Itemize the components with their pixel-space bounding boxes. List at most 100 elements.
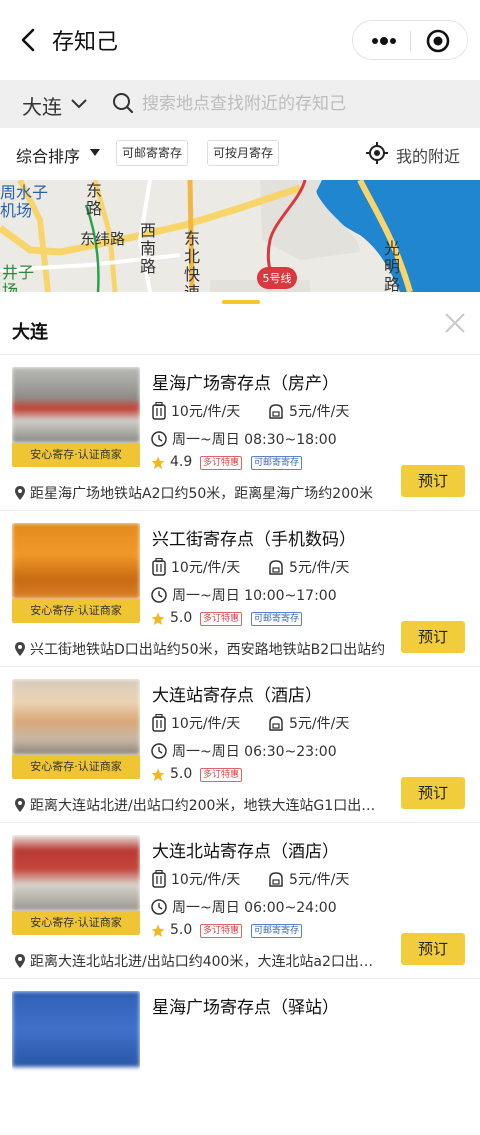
city-selector[interactable]: 大连 <box>22 91 62 120</box>
certified-badge: 安心寄存·认证商家 <box>12 755 140 779</box>
metro-line-label: 5号线 <box>263 271 292 285</box>
book-button[interactable]: 预订 <box>401 465 465 497</box>
chevron-down-icon[interactable] <box>70 98 88 110</box>
filter-chip-mail[interactable]: 可邮寄寄存 <box>116 140 189 166</box>
bag-price: 5元/件/天 <box>289 560 350 576</box>
list-item[interactable]: 星海广场寄存点（驿站） <box>0 979 480 1135</box>
bag-price: 5元/件/天 <box>289 404 350 420</box>
filter-bar: 综合排序 可邮寄寄存 可按月寄存 我的附近 <box>0 128 480 180</box>
store-name: 大连站寄存点（酒店） <box>152 686 322 706</box>
sheet-title: 大连 <box>12 322 48 343</box>
luggage-price: 10元/件/天 <box>171 560 241 576</box>
search-icon <box>113 93 134 114</box>
store-photo: 安心寄存·认证商家 <box>12 523 140 623</box>
store-address: 距星海广场地铁站A2口约50米，距离星海广场约200米 <box>30 486 374 502</box>
filter-chip-monthly[interactable]: 可按月寄存 <box>207 140 280 166</box>
caret-down-icon[interactable] <box>90 149 100 157</box>
certified-badge: 安心寄存·认证商家 <box>12 443 140 467</box>
star-icon <box>151 924 165 937</box>
clock-icon <box>151 431 167 447</box>
promo-tag: 多订特惠 <box>200 612 243 626</box>
store-name: 星海广场寄存点（驿站） <box>152 998 339 1018</box>
bag-price: 5元/件/天 <box>289 872 350 888</box>
list-item[interactable]: 安心寄存·认证商家 大连北站寄存点（酒店） 10元/件/天 5元/件/天 周一~… <box>0 823 480 979</box>
page-title: 存知己 <box>52 30 119 55</box>
luggage-icon <box>152 558 166 576</box>
store-photo: 安心寄存·认证商家 <box>12 835 140 935</box>
bag-icon <box>269 404 283 419</box>
list-item[interactable]: 安心寄存·认证商家 大连站寄存点（酒店） 10元/件/天 5元/件/天 周一~周… <box>0 667 480 823</box>
location-pin-icon <box>15 486 25 500</box>
bag-price: 5元/件/天 <box>289 716 350 732</box>
promo-tag: 多订特惠 <box>200 768 243 782</box>
location-pin-icon <box>15 798 25 812</box>
bag-icon <box>269 872 283 887</box>
map-label-guangming: 光明路 <box>384 239 401 293</box>
star-icon <box>151 456 165 469</box>
promo-tag: 多订特惠 <box>200 924 243 938</box>
map-label-airport: 周水子机场 <box>0 183 49 220</box>
list-item[interactable]: 安心寄存·认证商家 星海广场寄存点（房产） 10元/件/天 5元/件/天 周一~… <box>0 355 480 511</box>
luggage-icon <box>152 870 166 888</box>
bag-icon <box>269 716 283 731</box>
book-button[interactable]: 预订 <box>401 933 465 965</box>
store-address: 兴工街地铁站D口出站约50米，西安路地铁站B2口出站约 <box>30 642 386 658</box>
search-input[interactable] <box>142 90 462 118</box>
map-view[interactable]: 5号线 东路 东纬路 西南路 东北快速 光明路 井子场 周水子机场 <box>0 180 480 292</box>
map-label-donglu: 东路 <box>86 181 103 218</box>
capsule-divider <box>410 31 411 51</box>
store-address: 距离大连站北进/出站口约200米，地铁大连站G1口出站约 <box>30 798 386 814</box>
sheet-handle[interactable] <box>222 300 260 304</box>
opening-hours: 周一~周日 10:00~17:00 <box>172 588 337 604</box>
locate-icon[interactable] <box>366 142 388 164</box>
nearby-button[interactable]: 我的附近 <box>396 143 460 167</box>
certified-badge: 安心寄存·认证商家 <box>12 599 140 623</box>
map-canvas: 5号线 <box>0 180 480 292</box>
rating-value: 5.0 <box>170 610 193 626</box>
mail-tag: 可邮寄寄存 <box>251 924 303 938</box>
clock-icon <box>151 587 167 603</box>
store-name: 大连北站寄存点（酒店） <box>152 842 339 862</box>
rating-value: 5.0 <box>170 922 193 938</box>
list-item[interactable]: 安心寄存·认证商家 兴工街寄存点（手机数码） 10元/件/天 5元/件/天 周一… <box>0 511 480 667</box>
location-pin-icon <box>15 954 25 968</box>
book-button[interactable]: 预订 <box>401 777 465 809</box>
opening-hours: 周一~周日 06:00~24:00 <box>172 900 337 916</box>
sort-dropdown[interactable]: 综合排序 <box>16 143 80 167</box>
rating-value: 4.9 <box>170 454 193 470</box>
clock-icon <box>151 743 167 759</box>
certified-badge: 安心寄存·认证商家 <box>12 911 140 935</box>
store-photo: 安心寄存·认证商家 <box>12 367 140 467</box>
more-dots-icon[interactable] <box>367 31 401 51</box>
mail-tag: 可邮寄寄存 <box>251 612 303 626</box>
store-address: 距离大连北站北进/出站口约400米，大连北站a2口出站约 <box>30 954 386 970</box>
map-label-dongbei: 东北快速 <box>184 229 201 293</box>
luggage-price: 10元/件/天 <box>171 716 241 732</box>
book-button[interactable]: 预订 <box>401 621 465 653</box>
luggage-price: 10元/件/天 <box>171 872 241 888</box>
store-name: 星海广场寄存点（房产） <box>152 374 339 394</box>
luggage-price: 10元/件/天 <box>171 404 241 420</box>
store-name: 兴工街寄存点（手机数码） <box>152 530 356 550</box>
location-pin-icon <box>15 642 25 656</box>
bag-icon <box>269 560 283 575</box>
map-label-xinan: 西南路 <box>140 221 157 276</box>
promo-tag: 多订特惠 <box>200 456 243 470</box>
nav-bar: 存知己 <box>0 0 480 80</box>
search-bar: 大连 <box>0 80 480 128</box>
close-icon[interactable] <box>444 312 466 334</box>
rating-value: 5.0 <box>170 766 193 782</box>
mini-program-capsule <box>352 20 468 60</box>
target-icon[interactable] <box>426 29 450 53</box>
opening-hours: 周一~周日 06:30~23:00 <box>172 744 337 760</box>
store-photo: 安心寄存·认证商家 <box>12 679 140 779</box>
store-photo <box>12 991 140 1091</box>
star-icon <box>151 768 165 781</box>
clock-icon <box>151 899 167 915</box>
opening-hours: 周一~周日 08:30~18:00 <box>172 432 337 448</box>
chevron-left-icon[interactable] <box>14 22 44 58</box>
mail-tag: 可邮寄寄存 <box>251 456 303 470</box>
map-label-dongwei: 东纬路 <box>80 230 126 248</box>
map-label-jingzi: 井子场 <box>2 263 35 293</box>
star-icon <box>151 612 165 625</box>
